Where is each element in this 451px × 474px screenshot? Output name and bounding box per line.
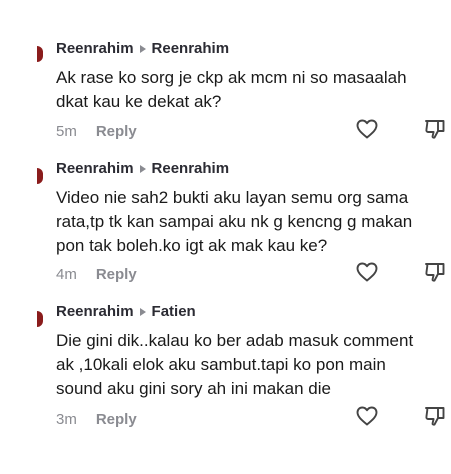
reply-arrow-icon [139, 164, 146, 173]
reply-arrow-icon [139, 307, 146, 316]
comment-text-line: sound aku gini sory ah ini makan die [56, 379, 331, 398]
comment-time: 5m [56, 123, 77, 140]
comment-text-line: rata,tp tk kan sampai aku nk g kencng g … [56, 212, 413, 231]
comment-author[interactable]: Reenrahim [56, 40, 134, 57]
avatar[interactable] [37, 311, 43, 327]
comment-thread: Reenrahim Reenrahim Ak rase ko sorg je c… [0, 0, 451, 474]
heart-icon[interactable] [355, 404, 379, 428]
reply-button[interactable]: Reply [96, 123, 137, 140]
thumbs-down-icon[interactable] [423, 117, 447, 141]
comment-header: Reenrahim Fatien [56, 303, 196, 320]
comment-text-line: dkat kau ke dekat ak? [56, 92, 222, 111]
heart-icon[interactable] [355, 117, 379, 141]
comment-time: 4m [56, 266, 77, 283]
reply-to-user[interactable]: Reenrahim [152, 40, 230, 57]
reply-button[interactable]: Reply [96, 411, 137, 428]
comment-text-line: Video nie sah2 bukti aku layan semu org … [56, 188, 409, 207]
comment-text-line: pon tak boleh.ko igt ak mak kau ke? [56, 236, 328, 255]
avatar[interactable] [37, 168, 43, 184]
reply-button[interactable]: Reply [96, 266, 137, 283]
reply-to-user[interactable]: Reenrahim [152, 160, 230, 177]
avatar[interactable] [37, 46, 43, 62]
comment-text-line: Ak rase ko sorg je ckp ak mcm ni so masa… [56, 68, 407, 87]
heart-icon[interactable] [355, 260, 379, 284]
comment-text: Die gini dik..kalau ko ber adab masuk co… [56, 329, 448, 401]
comment-text: Ak rase ko sorg je ckp ak mcm ni so masa… [56, 66, 448, 114]
comment-header: Reenrahim Reenrahim [56, 160, 229, 177]
thumbs-down-icon[interactable] [423, 260, 447, 284]
comment-text: Video nie sah2 bukti aku layan semu org … [56, 186, 448, 258]
comment-text-line: Die gini dik..kalau ko ber adab masuk co… [56, 331, 414, 350]
comment-text-line: ak ,10kali elok aku sambut.tapi ko pon m… [56, 355, 386, 374]
comment-meta: 5m Reply [56, 123, 137, 140]
comment-author[interactable]: Reenrahim [56, 160, 134, 177]
comment-meta: 4m Reply [56, 266, 137, 283]
comment-meta: 3m Reply [56, 411, 137, 428]
comment-header: Reenrahim Reenrahim [56, 40, 229, 57]
comment-time: 3m [56, 411, 77, 428]
reply-arrow-icon [139, 44, 146, 53]
thumbs-down-icon[interactable] [423, 404, 447, 428]
reply-to-user[interactable]: Fatien [152, 303, 196, 320]
comment-author[interactable]: Reenrahim [56, 303, 134, 320]
